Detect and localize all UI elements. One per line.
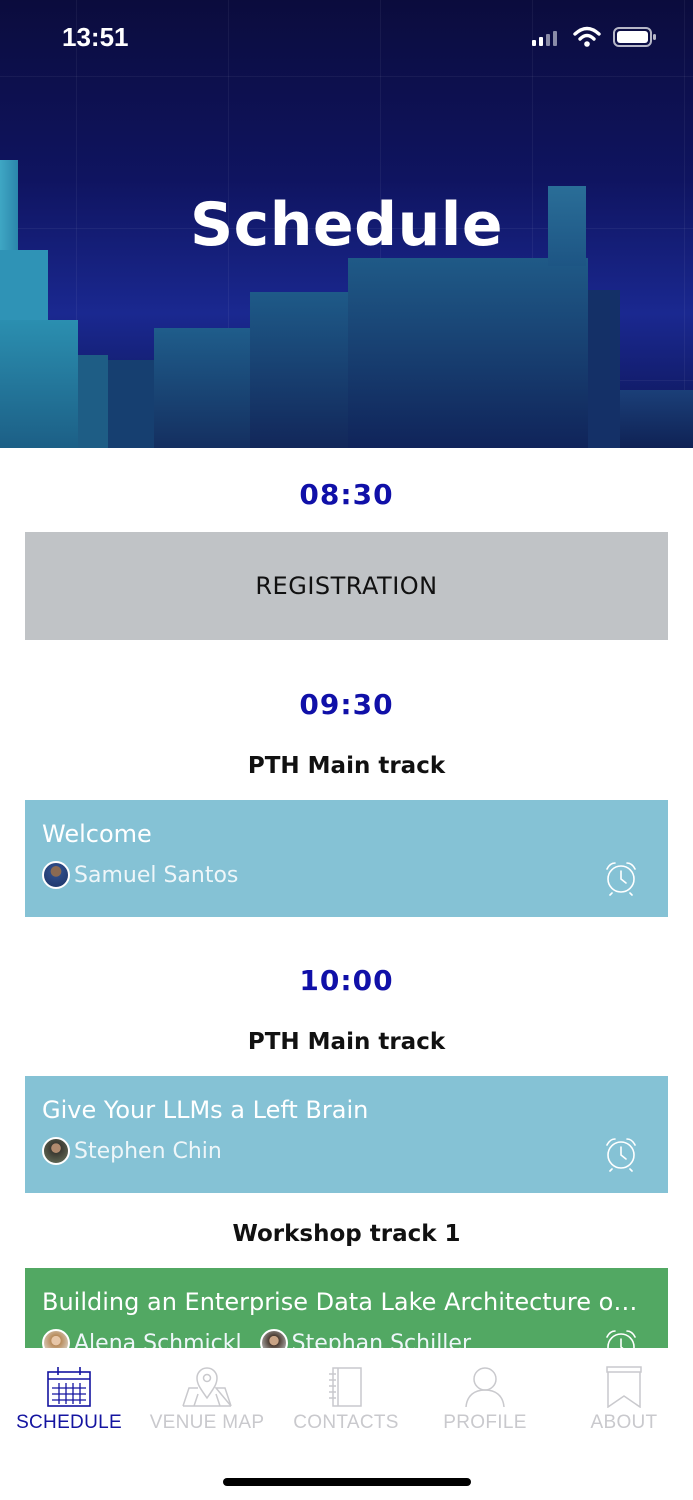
calendar-icon <box>47 1367 91 1407</box>
speaker-list: Stephen Chin <box>42 1137 222 1165</box>
banner-block <box>0 250 48 320</box>
speaker-name: Samuel Santos <box>74 862 239 888</box>
tab-label: SCHEDULE <box>16 1412 122 1433</box>
session-title: Welcome <box>42 820 152 848</box>
tab-contacts[interactable]: CONTACTS <box>277 1364 415 1434</box>
avatar <box>42 1137 70 1165</box>
speaker-name: Stephen Chin <box>74 1138 222 1164</box>
header-banner: 13:51 Schedule <box>0 0 693 448</box>
tab-profile[interactable]: PROFILE <box>416 1364 554 1434</box>
contacts-book-icon <box>329 1367 362 1407</box>
tab-label: PROFILE <box>443 1412 527 1433</box>
session-card[interactable]: Welcome Samuel Santos <box>25 800 668 917</box>
speaker[interactable]: Stephen Chin <box>42 1137 222 1165</box>
map-icon <box>182 1367 232 1407</box>
alarm-clock-icon[interactable] <box>604 1328 638 1348</box>
speaker[interactable]: Stephan Schiller <box>259 1329 471 1349</box>
tab-label: CONTACTS <box>293 1412 399 1433</box>
alarm-clock-icon[interactable] <box>604 1136 638 1172</box>
speaker[interactable]: Alena Schmickl <box>42 1329 242 1348</box>
wifi-icon <box>573 26 601 47</box>
person-icon <box>465 1367 505 1408</box>
avatar <box>259 1329 288 1348</box>
banner-block <box>348 258 588 448</box>
speaker-name: Alena Schmickl <box>74 1330 242 1349</box>
time-slot-heading: 10:00 <box>299 964 394 997</box>
speaker-list: Alena Schmickl Stephan Schiller <box>42 1329 471 1348</box>
speaker[interactable]: Samuel Santos <box>42 861 238 889</box>
alarm-clock-icon[interactable] <box>604 860 638 896</box>
banner-block <box>250 292 350 448</box>
banner-block <box>78 355 108 448</box>
speaker-name: Stephan Schiller <box>291 1330 471 1349</box>
tab-label: VENUE MAP <box>149 1412 265 1433</box>
track-heading: PTH Main track <box>247 1029 446 1055</box>
tab-schedule[interactable]: SCHEDULE <box>0 1364 138 1434</box>
page-title: Schedule <box>189 190 504 260</box>
session-title: Building an Enterprise Data Lake Archite… <box>42 1288 650 1316</box>
status-time: 13:51 <box>62 22 129 52</box>
banner-block <box>588 290 620 448</box>
home-indicator <box>223 1478 471 1486</box>
track-heading: PTH Main track <box>247 753 446 779</box>
tab-venue-map[interactable]: VENUE MAP <box>138 1364 276 1434</box>
tab-about[interactable]: ABOUT <box>555 1364 693 1434</box>
session-title: Give Your LLMs a Left Brain <box>42 1096 369 1124</box>
banner-block <box>620 390 693 448</box>
banner-block <box>0 320 78 448</box>
track-heading: Workshop track 1 <box>232 1221 461 1247</box>
banner-block <box>108 360 154 448</box>
banner-block <box>154 328 250 448</box>
avatar <box>42 861 70 889</box>
status-bar: 13:51 <box>0 0 693 80</box>
avatar <box>42 1329 70 1348</box>
speaker-list: Samuel Santos <box>42 861 238 889</box>
registration-card[interactable]: REGISTRATION <box>25 532 668 640</box>
status-icons <box>531 26 657 48</box>
bookmark-icon <box>606 1366 642 1408</box>
registration-label: REGISTRATION <box>255 572 438 600</box>
cellular-signal-icon <box>532 31 557 46</box>
time-slot-heading: 08:30 <box>299 478 394 511</box>
battery-icon <box>613 27 656 47</box>
session-card[interactable]: Give Your LLMs a Left Brain Stephen Chin <box>25 1076 668 1193</box>
tab-label: ABOUT <box>590 1412 658 1433</box>
time-slot-heading: 09:30 <box>299 688 394 721</box>
session-card[interactable]: Building an Enterprise Data Lake Archite… <box>25 1268 668 1348</box>
schedule-list[interactable]: 08:30 REGISTRATION 09:30 PTH Main track … <box>0 448 693 1348</box>
